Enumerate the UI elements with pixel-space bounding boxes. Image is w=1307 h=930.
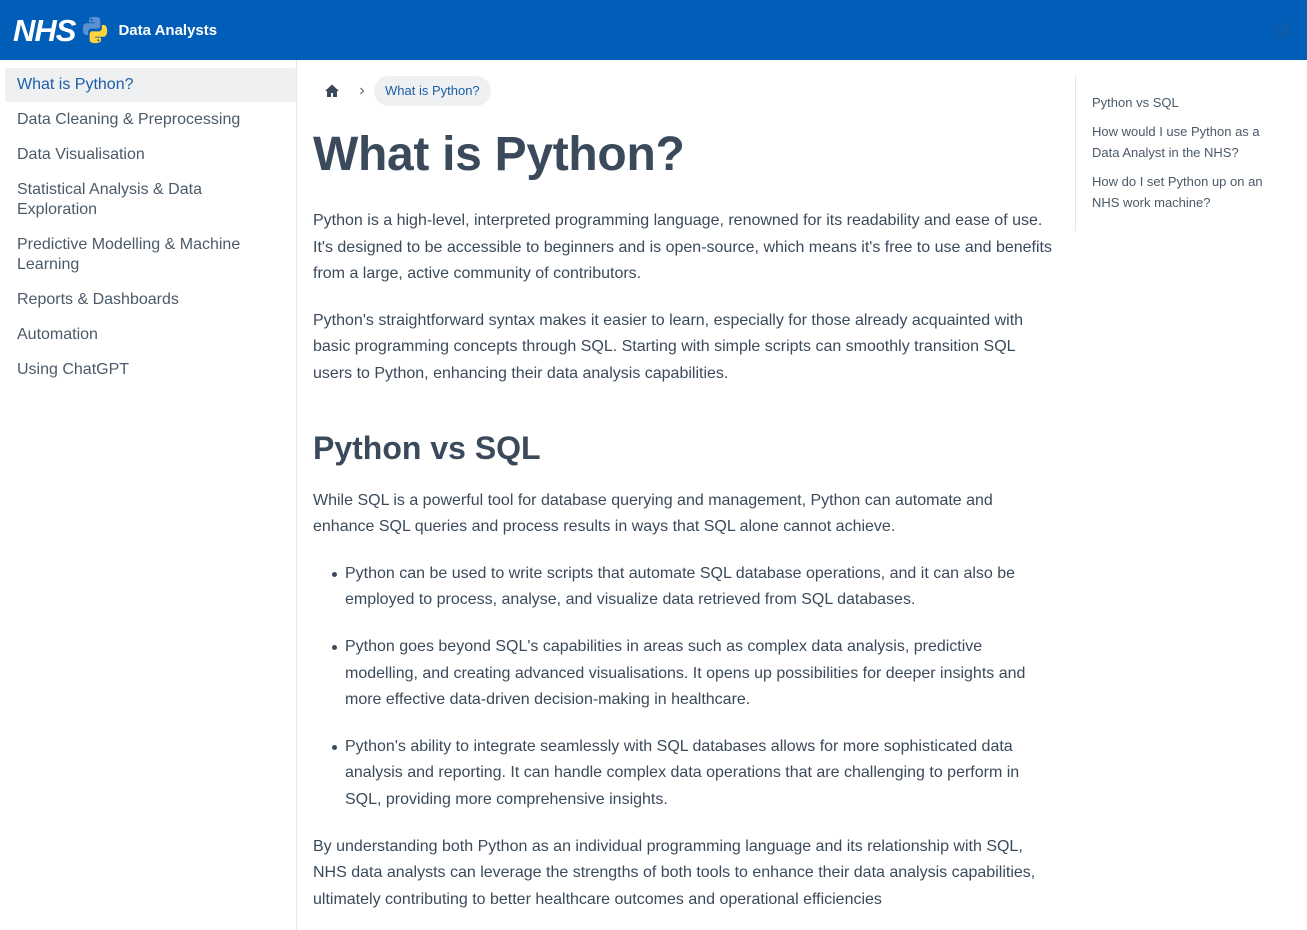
toc-link-setup-python[interactable]: How do I set Python up on an NHS work ma… bbox=[1092, 171, 1285, 213]
intro-paragraph-2: Python's straightforward syntax makes it… bbox=[313, 311, 1024, 382]
sidebar-item-data-visualisation[interactable]: Data Visualisation bbox=[5, 138, 296, 172]
breadcrumb-current: What is Python? bbox=[374, 76, 491, 106]
site-title: Data Analysts bbox=[118, 21, 218, 39]
closing-paragraph: By understanding both Python as an indiv… bbox=[313, 837, 1036, 908]
python-logo-icon bbox=[83, 16, 108, 44]
sidebar-item-reports-dashboards[interactable]: Reports & Dashboards bbox=[5, 283, 296, 317]
sidebar-item-statistical-analysis[interactable]: Statistical Analysis & Data Exploration bbox=[5, 173, 296, 227]
home-icon bbox=[325, 84, 339, 97]
chevron-right-icon bbox=[360, 87, 365, 95]
comparison-bullet-list: Python can be used to write scripts that… bbox=[313, 561, 1053, 814]
list-item: Python goes beyond SQL's capabilities in… bbox=[332, 634, 1053, 714]
main-content: What is Python? What is Python? Python i… bbox=[313, 60, 1053, 913]
sidebar-item-data-cleaning[interactable]: Data Cleaning & Preprocessing bbox=[5, 103, 296, 137]
table-of-contents: Python vs SQL How would I use Python as … bbox=[1075, 76, 1285, 231]
sun-icon bbox=[1272, 20, 1292, 40]
sidebar-nav: What is Python? Data Cleaning & Preproce… bbox=[0, 60, 297, 930]
page-title: What is Python? bbox=[313, 128, 685, 181]
list-item: Python's ability to integrate seamlessly… bbox=[332, 734, 1053, 814]
sidebar-item-what-is-python[interactable]: What is Python? bbox=[5, 68, 296, 102]
breadcrumb-home-link[interactable] bbox=[314, 76, 350, 106]
toc-link-use-python-nhs[interactable]: How would I use Python as a Data Analyst… bbox=[1092, 121, 1285, 163]
breadcrumb: What is Python? bbox=[313, 76, 1053, 106]
sidebar-item-automation[interactable]: Automation bbox=[5, 318, 296, 352]
sidebar-item-using-chatgpt[interactable]: Using ChatGPT bbox=[5, 353, 296, 387]
nhs-logo: NHS bbox=[13, 12, 76, 48]
section-intro-paragraph: While SQL is a powerful tool for databas… bbox=[313, 491, 993, 536]
intro-paragraph-1: Python is a high-level, interpreted prog… bbox=[313, 212, 1052, 283]
breadcrumb-separator bbox=[350, 86, 374, 96]
theme-toggle-button[interactable] bbox=[1271, 19, 1293, 41]
section-heading-python-vs-sql: Python vs SQL bbox=[313, 429, 541, 466]
sidebar-item-predictive-modelling[interactable]: Predictive Modelling & Machine Learning bbox=[5, 228, 296, 282]
list-item: Python can be used to write scripts that… bbox=[332, 561, 1053, 614]
brand-home-link[interactable]: NHS Data Analysts bbox=[13, 14, 217, 46]
top-navbar: NHS Data Analysts bbox=[0, 0, 1307, 60]
toc-link-python-vs-sql[interactable]: Python vs SQL bbox=[1092, 92, 1285, 113]
